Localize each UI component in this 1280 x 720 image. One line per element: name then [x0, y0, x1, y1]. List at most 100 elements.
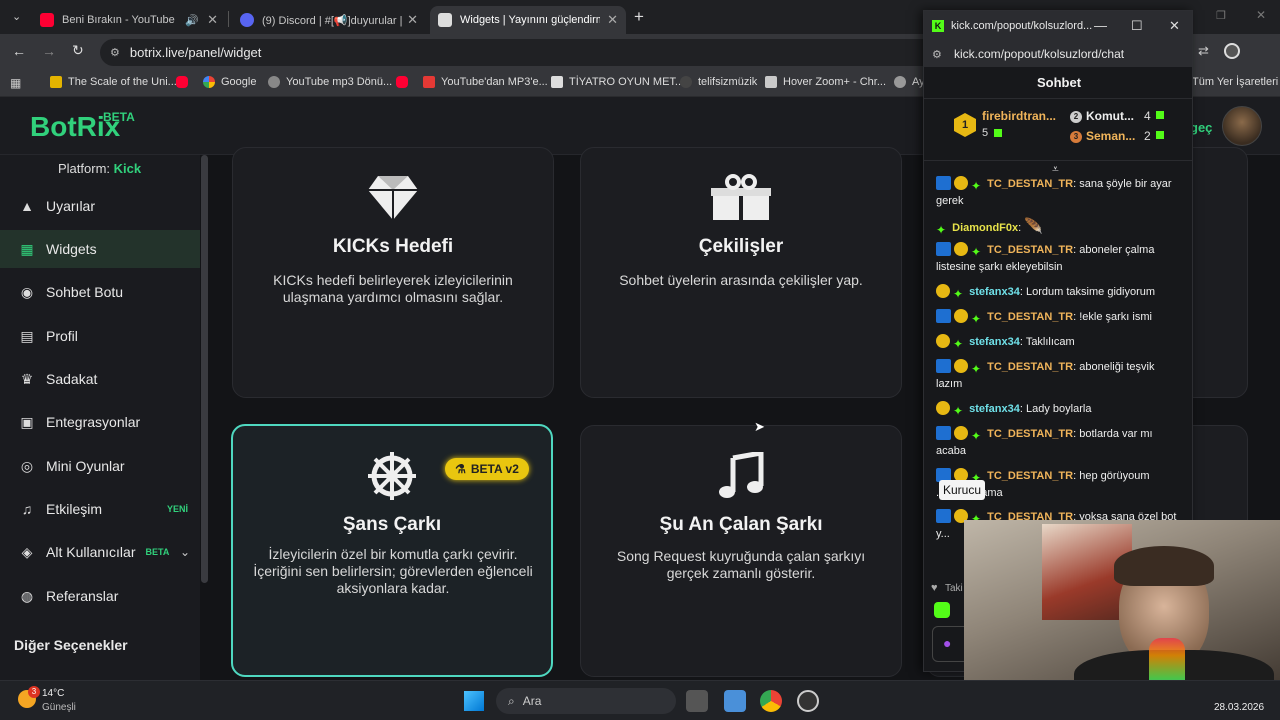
gem-icon: ✦ — [971, 245, 982, 259]
leader-1-name[interactable]: firebirdtran... — [982, 109, 1056, 123]
chat-username[interactable]: TC_DESTAN_TR — [987, 178, 1073, 190]
chat-username[interactable]: TC_DESTAN_TR — [987, 470, 1073, 482]
maximize-icon[interactable]: ☐ — [1131, 18, 1143, 34]
moderator-icon — [936, 242, 951, 256]
card-description: İzleyicilerin özel bir komutla çarkı çev… — [253, 546, 533, 596]
tab-widgets[interactable]: Widgets | Yayınını güçlendirme ✕ — [430, 6, 626, 34]
tab-close-icon[interactable]: ✕ — [207, 12, 218, 28]
apps-icon[interactable]: ▦ — [10, 76, 21, 90]
leader-2-name[interactable]: Komut... — [1086, 109, 1134, 123]
widget-card-wheel[interactable]: ⚗ BETA v2 Şans Çarkı İzleyicilerin özel b… — [231, 424, 553, 677]
sidebar: Platform: Kick ▲ Uyarılar ▦ Widgets ◉ Sohbe… — [0, 155, 200, 680]
weather-temp: 14°C — [42, 688, 65, 699]
chat-username[interactable]: stefanx34 — [969, 403, 1020, 415]
site-info-icon[interactable]: ⚙ — [110, 46, 120, 59]
avatar[interactable] — [1222, 106, 1262, 146]
sidebar-item-etkilesim[interactable]: ♫ Etkileşim YENİ — [0, 490, 200, 528]
gem-icon: ✦ — [936, 223, 947, 237]
chevron-down-icon[interactable]: ⌄ — [180, 545, 190, 559]
bookmark-item[interactable] — [396, 76, 414, 88]
emote-icon[interactable] — [934, 602, 950, 618]
site-settings-icon[interactable]: ⚙ — [932, 48, 942, 61]
sidebar-item-entegrasyonlar[interactable]: ▣ Entegrasyonlar — [0, 403, 200, 441]
widget-card-now-playing[interactable]: Şu An Çalan Şarkı Song Request kuyruğund… — [580, 425, 902, 677]
chat-username[interactable]: DiamondF0x — [952, 222, 1018, 234]
widget-card-giveaways[interactable]: Çekilişler Sohbet üyelerin arasında çeki… — [580, 147, 902, 398]
bookmark-item[interactable]: Hover Zoom+ - Chr... — [765, 76, 886, 88]
taskbar-search[interactable]: ⌕ Ara — [496, 688, 676, 714]
sidebar-item-profil[interactable]: ▤ Profil — [0, 317, 200, 355]
restore-icon[interactable]: ❐ — [1216, 9, 1226, 22]
collapse-leaderboard-icon[interactable]: ⩡ — [1052, 162, 1059, 177]
streamer-hair — [1114, 546, 1214, 586]
card-description: Song Request kuyruğunda çalan şarkıyı ge… — [616, 548, 866, 581]
sidebar-item-referanslar[interactable]: ◍ Referanslar — [0, 577, 200, 615]
sidebar-item-mini-oyunlar[interactable]: ◎ Mini Oyunlar — [0, 447, 200, 485]
app-icon[interactable] — [724, 690, 746, 712]
tab-list-button[interactable]: ⌄ — [12, 10, 21, 23]
weather-desc: Güneşli — [42, 702, 76, 713]
bookmark-item[interactable]: YouTube'dan MP3'e... — [423, 76, 548, 88]
subscriber-icon — [936, 334, 950, 348]
bookmark-item[interactable]: Ay — [894, 76, 925, 88]
chat-message: ✦ TC_DESTAN_TR: botlarda var mı acaba — [936, 426, 1153, 457]
sidebar-item-alt-kullanicilar[interactable]: ◈ Alt Kullanıcılar BETA ⌄ — [0, 533, 200, 571]
user-name-fragment[interactable]: geç — [1190, 120, 1212, 135]
tab-close-icon[interactable]: ✕ — [407, 12, 418, 28]
referral-icon: ◍ — [20, 587, 34, 604]
globe-icon — [268, 76, 280, 88]
chat-username[interactable]: stefanx34 — [969, 336, 1020, 348]
chat-message: ✦ stefanx34: Taklılıcam — [936, 334, 1182, 351]
chat-username[interactable]: TC_DESTAN_TR — [987, 244, 1073, 256]
bookmark-item[interactable]: Google — [203, 76, 256, 88]
widgets-icon: ▦ — [20, 240, 34, 257]
bookmark-item[interactable]: YouTube mp3 Dönü... — [268, 76, 392, 88]
obs-icon[interactable] — [797, 690, 819, 712]
sidebar-item-uyarilar[interactable]: ▲ Uyarılar — [0, 187, 200, 225]
new-tab-icon[interactable]: + — [634, 7, 644, 27]
chat-username[interactable]: TC_DESTAN_TR — [987, 311, 1073, 323]
bookmark-item[interactable] — [176, 76, 194, 88]
chat-username[interactable]: TC_DESTAN_TR — [987, 428, 1073, 440]
chat-username[interactable]: TC_DESTAN_TR — [987, 361, 1073, 373]
sidebar-scrollbar[interactable] — [201, 155, 208, 680]
address-bar[interactable]: ⚙ botrix.live/panel/widget — [100, 39, 960, 66]
close-window-icon[interactable]: ✕ — [1256, 8, 1266, 22]
chrome-icon[interactable] — [760, 690, 782, 712]
tab-discord[interactable]: (9) Discord | #[📢]duyurular | K ✕ — [234, 6, 424, 34]
start-icon[interactable] — [464, 691, 484, 711]
sidebar-item-widgets[interactable]: ▦ Widgets — [0, 230, 200, 268]
webcam-overlay — [964, 520, 1280, 698]
chat-username[interactable]: stefanx34 — [969, 286, 1020, 298]
rank-3-badge: 3 — [1070, 131, 1082, 143]
bookmark-item[interactable]: telifsizmüzik — [680, 76, 757, 88]
back-icon[interactable]: ← — [12, 43, 26, 59]
profile-icon[interactable] — [1224, 43, 1240, 59]
leader-3-name[interactable]: Seman... — [1086, 129, 1135, 143]
gem-icon: ✦ — [971, 179, 982, 193]
task-view-icon[interactable] — [686, 690, 708, 712]
scrollbar-thumb[interactable] — [201, 155, 208, 583]
bookmark-item[interactable]: The Scale of the Uni... — [50, 76, 177, 88]
tab-close-icon[interactable]: ✕ — [607, 12, 618, 28]
tab-youtube[interactable]: Beni Bırakın - YouTube 🔊 ✕ — [34, 6, 224, 34]
reload-icon[interactable]: ↻ — [72, 42, 84, 59]
more-options-heading[interactable]: Diğer Seçenekler — [14, 637, 128, 653]
close-icon[interactable]: ✕ — [1169, 18, 1180, 34]
gem-icon: ✦ — [953, 337, 964, 351]
card-description: Sohbet üyelerin arasında çekilişler yap. — [619, 272, 863, 288]
microphone-icon[interactable]: ● — [943, 635, 951, 651]
sidebar-item-sadakat[interactable]: ♛ Sadakat — [0, 360, 200, 398]
bookmark-item[interactable]: TİYATRO OYUN MET... — [551, 76, 684, 88]
heart-icon: ♥ — [931, 582, 938, 594]
sidebar-item-sohbet-botu[interactable]: ◉ Sohbet Botu — [0, 273, 200, 311]
moderator-icon — [936, 426, 951, 440]
forward-icon[interactable]: → — [42, 43, 56, 59]
widget-card-kicks-goal[interactable]: KICKs Hedefi KICKs hedefi belirleyerek i… — [232, 147, 554, 398]
popout-window-title: kick.com/popout/kolsuzlord... — [951, 20, 1093, 32]
extensions-icon[interactable]: ⇄ — [1198, 43, 1209, 59]
leader-3-count: 2 — [1144, 129, 1151, 143]
minimize-icon[interactable]: — — [1094, 18, 1107, 33]
card-title: Şans Çarkı — [342, 514, 442, 535]
all-bookmarks[interactable]: Tüm Yer İşaretleri — [1192, 76, 1278, 88]
